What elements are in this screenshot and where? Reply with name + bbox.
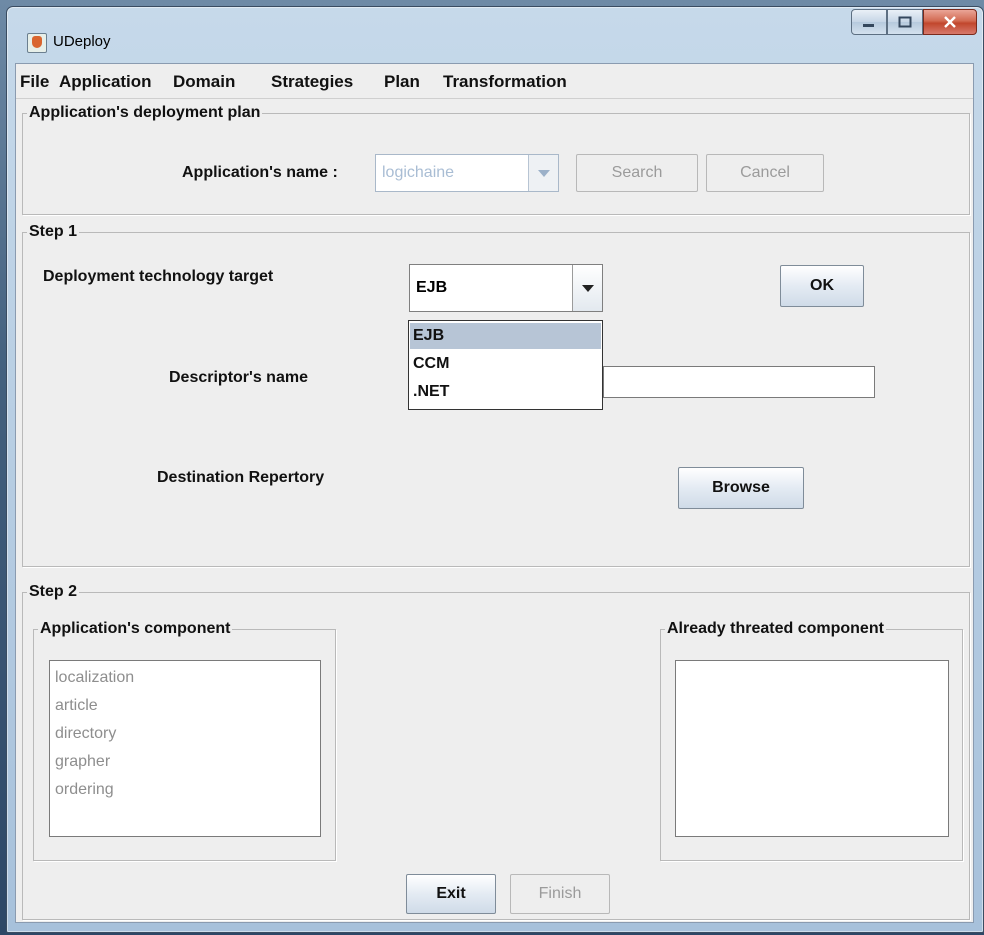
menu-strategies[interactable]: Strategies: [271, 72, 353, 92]
list-item[interactable]: directory: [55, 725, 116, 743]
technology-option-ccm[interactable]: CCM: [410, 351, 601, 377]
chevron-down-icon: [581, 284, 594, 292]
deployment-technology-label: Deployment technology target: [43, 268, 274, 285]
application-name-label: Application's name :: [182, 164, 338, 181]
menu-application[interactable]: Application: [59, 72, 152, 92]
application-name-value: logichaine: [382, 164, 455, 181]
client-area: File Application Domain Strategies Plan …: [15, 63, 974, 923]
components-list[interactable]: localization article directory grapher o…: [49, 660, 321, 837]
treated-components-panel: Already threated component: [660, 620, 963, 861]
menu-file[interactable]: File: [20, 72, 49, 92]
finish-button[interactable]: Finish: [510, 874, 610, 914]
technology-option-net[interactable]: .NET: [410, 379, 601, 405]
list-item[interactable]: article: [55, 697, 98, 715]
chevron-down-icon: [537, 169, 550, 177]
technology-option-ejb[interactable]: EJB: [410, 323, 601, 349]
maximize-icon: [898, 16, 912, 28]
components-legend: Application's component: [38, 620, 233, 638]
title-bar[interactable]: UDeploy: [7, 7, 983, 59]
deployment-plan-panel: Application's deployment plan Applicatio…: [22, 104, 970, 215]
exit-button[interactable]: Exit: [406, 874, 496, 914]
menu-transformation[interactable]: Transformation: [443, 72, 567, 92]
caption-buttons: [851, 9, 977, 39]
technology-dropdown-arrow[interactable]: [572, 265, 602, 311]
components-panel: Application's component localization art…: [33, 620, 336, 861]
step2-legend: Step 2: [27, 583, 80, 601]
application-name-combo[interactable]: logichaine: [375, 154, 559, 192]
technology-selected-value: EJB: [416, 279, 448, 296]
close-button[interactable]: [923, 9, 977, 35]
ok-button[interactable]: OK: [780, 265, 864, 307]
java-app-icon: [27, 33, 47, 53]
descriptor-name-input[interactable]: [603, 366, 875, 398]
technology-combo[interactable]: EJB: [409, 264, 603, 312]
application-name-dropdown-arrow[interactable]: [528, 155, 558, 191]
step1-legend: Step 1: [27, 223, 80, 241]
maximize-button[interactable]: [887, 9, 923, 35]
deployment-plan-legend: Application's deployment plan: [27, 104, 263, 122]
browse-button[interactable]: Browse: [678, 467, 804, 509]
list-item[interactable]: localization: [55, 669, 134, 687]
treated-components-legend: Already threated component: [665, 620, 886, 638]
descriptor-name-label: Descriptor's name: [169, 369, 308, 386]
menu-domain[interactable]: Domain: [173, 72, 235, 92]
close-icon: [944, 16, 956, 28]
list-item[interactable]: grapher: [55, 753, 110, 771]
step2-panel: Step 2 Application's component localizat…: [22, 583, 970, 920]
minimize-button[interactable]: [851, 9, 887, 35]
menu-plan[interactable]: Plan: [384, 72, 420, 92]
minimize-icon: [863, 24, 874, 27]
search-button[interactable]: Search: [576, 154, 698, 192]
cancel-button[interactable]: Cancel: [706, 154, 824, 192]
menu-bar: File Application Domain Strategies Plan …: [16, 64, 973, 99]
treated-components-list[interactable]: [675, 660, 949, 837]
window-title: UDeploy: [53, 33, 111, 50]
destination-repertory-label: Destination Repertory: [157, 469, 325, 486]
list-item[interactable]: ordering: [55, 781, 114, 799]
technology-dropdown-popup: EJB CCM .NET: [408, 320, 603, 410]
udeploy-window: UDeploy File Application Domain Strategi…: [6, 6, 984, 933]
